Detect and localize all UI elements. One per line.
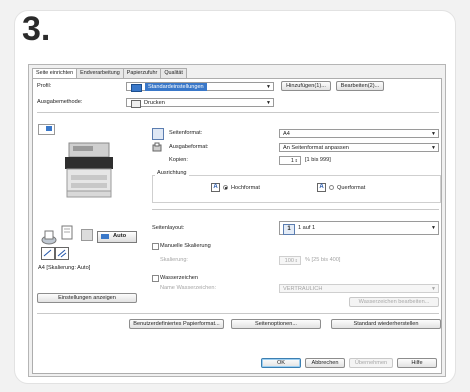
tab-finishing[interactable]: Endverarbeitung	[76, 68, 124, 78]
output-method-label: Ausgabemethode:	[37, 99, 83, 105]
cancel-button[interactable]: Abbrechen	[305, 358, 345, 368]
landscape-label: Querformat	[337, 185, 366, 191]
output-size-dropdown[interactable]: An Seitenformat anpassen ▼	[279, 143, 439, 152]
printer-icon	[131, 100, 141, 108]
watermark-name-label: Name Wasserzeichen:	[160, 285, 217, 291]
copies-label: Kopien:	[169, 157, 188, 163]
portrait-radio[interactable]	[223, 185, 228, 190]
page-layout-label: Seitenlayout:	[152, 225, 185, 231]
edit-profile-button[interactable]: Bearbeiten(2)...	[336, 81, 384, 91]
chevron-down-icon: ▼	[431, 225, 436, 231]
page-size-label: Seitenformat:	[169, 130, 203, 136]
manual-scaling-checkbox[interactable]	[152, 243, 159, 250]
copies-range: [1 bis 999]	[305, 157, 331, 163]
staple-icon	[41, 247, 55, 260]
step-number: 3.	[22, 10, 51, 48]
chevron-down-icon: ▼	[431, 145, 436, 151]
page-layout-dropdown[interactable]: 1 1 auf 1 ▼	[279, 221, 439, 235]
show-settings-button[interactable]: Einstellungen anzeigen	[37, 293, 137, 303]
spinner-arrows-icon: ⇕	[294, 158, 298, 163]
scaling-label: Skalierung:	[160, 257, 188, 263]
auto-source-indicator: Auto	[97, 231, 137, 243]
divider	[37, 112, 439, 113]
apply-button[interactable]: Übernehmen	[349, 358, 393, 368]
chevron-down-icon: ▼	[266, 100, 271, 106]
page-size-icon	[152, 128, 164, 140]
paper-icon	[101, 234, 109, 239]
watermark-checkbox[interactable]	[152, 275, 159, 282]
watermark-dropdown[interactable]: VERTRAULICH ▼	[279, 284, 439, 293]
ok-button[interactable]: OK	[261, 358, 301, 368]
tab-bar: Seite einrichten Endverarbeitung Papierz…	[32, 68, 187, 79]
tray-icon	[81, 229, 93, 241]
divider	[37, 313, 439, 314]
output-size-label: Ausgabeformat:	[169, 144, 209, 150]
orientation-label: Ausrichtung	[155, 170, 189, 176]
scaling-spinner[interactable]: 100 ⇕	[279, 256, 301, 265]
duplex-icon	[55, 247, 69, 260]
printer-illustration	[63, 139, 115, 201]
layout-icon: 1	[283, 224, 295, 235]
printer-properties-dialog: Seite einrichten Endverarbeitung Papierz…	[28, 64, 446, 377]
output-method-dropdown[interactable]: Drucken ▼	[126, 98, 274, 108]
preview-caption: A4 [Skalierung: Auto]	[38, 265, 91, 271]
watermark-label: Wasserzeichen	[160, 275, 199, 281]
chevron-down-icon: ▼	[431, 286, 436, 292]
divider	[152, 209, 439, 210]
page-size-dropdown[interactable]: A4 ▼	[279, 129, 439, 138]
chevron-down-icon: ▼	[266, 84, 271, 90]
restore-defaults-button[interactable]: Standard wiederherstellen	[331, 319, 441, 329]
profile-icon	[131, 84, 142, 92]
portrait-icon: A	[211, 183, 220, 192]
landscape-radio[interactable]	[329, 185, 334, 190]
profile-label: Profil:	[37, 83, 52, 89]
orientation-group	[152, 175, 441, 203]
profile-dropdown[interactable]: Standardeinstellungen ▼	[126, 82, 274, 92]
help-button[interactable]: Hilfe	[397, 358, 437, 368]
manual-scaling-label: Manuelle Skalierung	[160, 243, 211, 249]
tab-quality[interactable]: Qualität	[160, 68, 187, 78]
landscape-icon: A	[317, 183, 326, 192]
tab-paper-source[interactable]: Papierzufuhr	[122, 68, 162, 78]
copies-spinner[interactable]: 1 ⇕	[279, 156, 301, 165]
custom-paper-size-button[interactable]: Benutzerdefiniertes Papierformat...	[129, 319, 224, 329]
add-profile-button[interactable]: Hinzufügen(1)...	[281, 81, 331, 91]
preview-icon	[46, 126, 52, 131]
scaling-range: % [25 bis 400]	[305, 257, 341, 263]
preview-toggle[interactable]	[38, 124, 55, 135]
page-options-button[interactable]: Seitenoptionen...	[231, 319, 321, 329]
document-icon	[61, 225, 73, 240]
page-setup-panel: Profil: Standardeinstellungen ▼ Hinzufüg…	[32, 78, 442, 374]
edit-watermark-button[interactable]: Wasserzeichen bearbeiten...	[349, 297, 439, 307]
output-size-icon	[152, 142, 162, 152]
spinner-arrows-icon: ⇕	[294, 258, 298, 263]
paper-stack-icon	[41, 229, 57, 245]
chevron-down-icon: ▼	[431, 131, 436, 137]
portrait-label: Hochformat	[231, 185, 260, 191]
